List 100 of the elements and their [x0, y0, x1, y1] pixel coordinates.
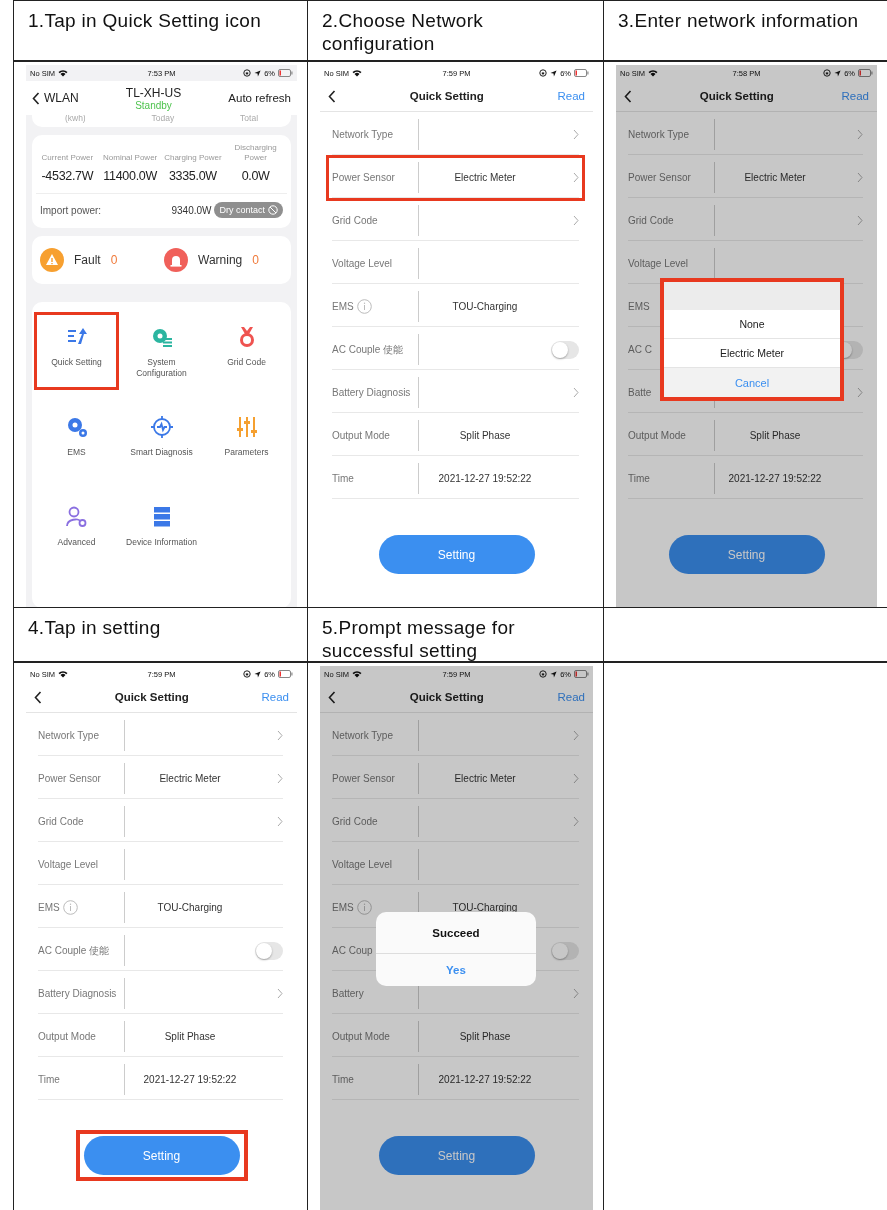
rotation-lock-icon: [243, 69, 252, 77]
row-value: 2021-12-27 19:52:22: [728, 473, 822, 484]
column-header: Today: [151, 115, 175, 125]
alarm-light-icon: [164, 248, 188, 272]
row-label: Network Type: [628, 129, 689, 140]
battery-icon: [278, 69, 293, 77]
row-value: TOU-Charging: [157, 902, 223, 913]
row-label: AC C: [628, 344, 652, 355]
chevron-right-icon: [857, 387, 863, 398]
row-label: Power Sensor: [332, 773, 395, 784]
back-chevron-icon[interactable]: [32, 91, 40, 105]
row-label: Time: [38, 1074, 60, 1085]
row-value: TOU-Charging: [452, 902, 518, 913]
row-label: Battery: [332, 988, 364, 999]
rotation-lock-icon: [539, 670, 548, 678]
row-label: Grid Code: [332, 215, 378, 226]
chevron-right-icon: [573, 172, 579, 183]
row-label: Voltage Level: [628, 258, 689, 269]
menu-item[interactable]: Device Information: [119, 492, 204, 570]
chevron-right-icon: [573, 129, 579, 140]
menu-item[interactable]: Parameters: [204, 402, 289, 480]
row-label: EMS: [628, 301, 650, 312]
power-label: Charging Power: [163, 152, 223, 163]
power-label: Discharging Power: [233, 142, 278, 163]
row-label: Output Mode: [332, 1031, 390, 1042]
row-value: 2021-12-27 19:52:22: [438, 473, 532, 484]
menu-item[interactable]: EMS: [34, 402, 119, 480]
status-label: Standby: [135, 99, 172, 111]
menu-item[interactable]: Advanced: [34, 492, 119, 570]
battery-icon: [278, 670, 293, 678]
wifi-icon: [648, 69, 658, 77]
row-label: AC Couple 使能: [38, 943, 110, 958]
back-chevron-icon[interactable]: [328, 690, 336, 704]
battery-icon: [574, 670, 589, 678]
chevron-right-icon: [857, 215, 863, 226]
power-label: Nominal Power: [102, 152, 159, 163]
toggle-switch[interactable]: [255, 941, 283, 960]
menu-item[interactable]: Quick Setting: [34, 312, 119, 390]
row-label: Output Mode: [332, 430, 390, 441]
server-icon: [153, 507, 170, 527]
row-label: AC Coup: [332, 945, 373, 956]
row-label: Output Mode: [38, 1031, 96, 1042]
screen-title: Quick Setting: [409, 90, 484, 102]
prohibited-icon: [268, 205, 278, 215]
toggle-switch[interactable]: [551, 340, 579, 359]
row-label: Power Sensor: [38, 773, 101, 784]
power-value: 11400.0W: [102, 169, 158, 183]
menu-item[interactable]: Smart Diagnosis: [119, 402, 204, 480]
alert-count: 0: [252, 253, 259, 267]
power-value: -4532.7W: [40, 169, 95, 183]
back-button[interactable]: WLAN: [32, 91, 79, 105]
step-caption: 5.Prompt message for successful setting: [322, 617, 515, 661]
row-label: Network Type: [38, 730, 99, 741]
location-arrow-icon: [254, 69, 262, 77]
row-label: Network Type: [332, 129, 393, 140]
location-arrow-icon: [550, 670, 558, 678]
wifi-icon: [352, 670, 362, 678]
menu-item[interactable]: Grid Code: [204, 312, 289, 390]
alert-title: Succeed: [376, 912, 536, 954]
auto-refresh-button[interactable]: Auto refresh: [228, 92, 291, 104]
row-label: Battery Diagnosis: [332, 387, 411, 398]
step-caption: 4.Tap in setting: [28, 617, 161, 638]
row-label: Voltage Level: [332, 859, 393, 870]
rotation-lock-icon: [539, 69, 548, 77]
alert-label: Fault: [74, 253, 101, 267]
row-value: 2021-12-27 19:52:22: [143, 1074, 237, 1085]
row-label: Time: [332, 1074, 354, 1085]
row-value: 2021-12-27 19:52:22: [438, 1074, 532, 1085]
row-label: Network Type: [332, 730, 393, 741]
row-label: Time: [332, 473, 354, 484]
row-value: Split Phase: [164, 1031, 216, 1042]
row-label: AC Couple 使能: [332, 342, 404, 357]
chevron-right-icon: [277, 988, 283, 999]
chevron-right-icon: [857, 172, 863, 183]
back-chevron-icon[interactable]: [34, 690, 42, 704]
alert-label: Warning: [198, 253, 243, 267]
location-arrow-icon: [550, 69, 558, 77]
chevron-right-icon: [573, 816, 579, 827]
row-label: Battery Diagnosis: [38, 988, 117, 999]
wifi-icon: [58, 670, 68, 678]
battery-icon: [574, 69, 589, 77]
row-value: Split Phase: [459, 430, 511, 441]
menu-item[interactable]: System Configuration: [119, 312, 204, 390]
chevron-right-icon: [573, 988, 579, 999]
step-caption: 1.Tap in Quick Setting icon: [28, 10, 262, 31]
toggle-switch[interactable]: [551, 941, 579, 960]
lines-arrow-icon: [67, 328, 87, 344]
wifi-icon: [352, 69, 362, 77]
row-label: Power Sensor: [628, 172, 691, 183]
screen-title: Quick Setting: [699, 90, 774, 102]
gear-list-icon: [152, 329, 172, 347]
row-value: Electric Meter: [744, 172, 806, 183]
row-label: Time: [628, 473, 650, 484]
row-label: EMS: [332, 902, 354, 913]
row-label: Voltage Level: [332, 258, 393, 269]
row-label: Batte: [628, 387, 652, 398]
back-chevron-icon[interactable]: [328, 89, 336, 103]
back-chevron-icon[interactable]: [624, 89, 632, 103]
screen-title: Quick Setting: [409, 691, 484, 703]
crosshair-pulse-icon: [149, 415, 174, 439]
